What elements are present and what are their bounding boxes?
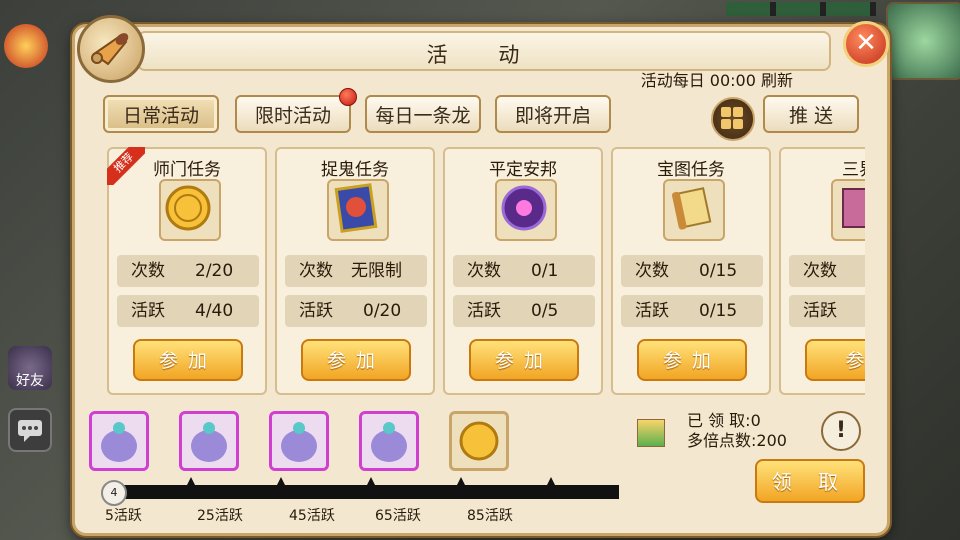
tab-label: 即将开启 [514, 105, 591, 127]
lucky-bag-icon [101, 422, 137, 462]
activity-card: 平定安邦 次数 0/1 活跃 0/5 参加 [443, 147, 603, 395]
activity-card: 宝图任务 次数 0/15 活跃 0/15 参加 [611, 147, 771, 395]
tab-upcoming[interactable]: 即将开启 [495, 95, 611, 133]
book-icon [831, 179, 865, 241]
count-row: 次数 [789, 255, 865, 287]
milestone-label: 25活跃 [197, 508, 243, 524]
close-icon: ✕ [855, 28, 877, 58]
milestone-label: 45活跃 [289, 508, 335, 524]
join-button[interactable]: 参加 [637, 339, 747, 381]
horn-icon [77, 15, 145, 83]
activity-name: 三界 [842, 160, 865, 180]
tab-label: 日常活动 [122, 105, 199, 127]
count-row: 次数 0/15 [621, 255, 763, 287]
tab-limited[interactable]: 限时活动 [235, 88, 357, 133]
info-button[interactable]: ! [821, 411, 861, 451]
activity-name: 宝图任务 [657, 160, 725, 180]
activity-card: 推荐 师门任务 次数 2/20 活跃 4/40 参加 [107, 147, 267, 395]
count-row: 次数 无限制 [285, 255, 427, 287]
reward-chest[interactable] [449, 411, 509, 471]
page-title: 活 动 [426, 43, 542, 67]
claim-info: 已 领 取:0 多倍点数:200 [687, 411, 787, 451]
friends-button[interactable]: 好友 [8, 346, 52, 390]
gold-coin-icon [459, 421, 499, 461]
milestone-marker [187, 477, 195, 485]
reward-chest[interactable] [179, 411, 239, 471]
multiplier-icon [637, 419, 665, 447]
player-avatar[interactable] [886, 2, 960, 80]
tab-daily[interactable]: 日常活动 [103, 95, 219, 133]
milestone-label: 5活跃 [105, 508, 142, 524]
activity-points-row: 活跃 0/20 [285, 295, 427, 327]
join-button[interactable]: 参加 [301, 339, 411, 381]
activity-list[interactable]: 推荐 师门任务 次数 2/20 活跃 4/40 参加 捉鬼任务 次数 无限制 活跃 0/… [101, 147, 865, 397]
reward-chest[interactable] [269, 411, 329, 471]
activity-name: 平定安邦 [489, 160, 557, 180]
activity-panel: 活 动 ✕ 活动每日 00:00 刷新 日常活动 限时活动 每日一条龙 即将开启… [72, 15, 890, 536]
progress-knob: 4 [101, 480, 127, 506]
milestone-marker [457, 477, 465, 485]
activity-points-row: 活跃 [789, 295, 865, 327]
join-button[interactable]: 参加 [133, 339, 243, 381]
activity-card: 捉鬼任务 次数 无限制 活跃 0/20 参加 [275, 147, 435, 395]
purple-orb-icon [495, 179, 557, 241]
push-label: 推 送 [788, 105, 834, 127]
milestone-marker [547, 477, 555, 485]
milestone-marker [367, 477, 375, 485]
friends-label: 好友 [16, 373, 44, 389]
exclamation-icon: ! [835, 418, 847, 443]
reward-chest[interactable] [89, 411, 149, 471]
alert-dot-icon [339, 88, 357, 106]
scroll-map-icon [663, 179, 725, 241]
count-row: 次数 2/20 [117, 255, 259, 287]
chat-bubble-icon [18, 420, 42, 442]
top-bar-deco [726, 2, 876, 16]
title-bar: 活 动 [137, 31, 831, 71]
tab-label: 限时活动 [254, 105, 331, 127]
god-of-wealth-icon[interactable] [4, 24, 48, 68]
activity-points-row: 活跃 0/15 [621, 295, 763, 327]
activity-points-row: 活跃 4/40 [117, 295, 259, 327]
push-button[interactable]: 推 送 [763, 95, 859, 133]
join-button[interactable]: 参 [805, 339, 865, 381]
activity-points-row: 活跃 0/5 [453, 295, 595, 327]
milestone-label: 85活跃 [467, 508, 513, 524]
multiplier-points: 多倍点数:200 [687, 431, 787, 450]
refresh-note: 活动每日 00:00 刷新 [640, 71, 793, 90]
milestone-label: 65活跃 [375, 508, 421, 524]
activity-name: 师门任务 [153, 160, 221, 180]
activity-card: 三界 次数 活跃 参 [779, 147, 865, 395]
milestone-marker [277, 477, 285, 485]
lucky-bag-icon [281, 422, 317, 462]
activity-progress-track [109, 485, 619, 499]
count-row: 次数 0/1 [453, 255, 595, 287]
grid-view-button[interactable] [711, 97, 755, 141]
tab-label: 每日一条龙 [375, 105, 471, 127]
ghost-card-icon [327, 179, 389, 241]
reward-chest[interactable] [359, 411, 419, 471]
activity-name: 捉鬼任务 [321, 160, 389, 180]
claim-button[interactable]: 领 取 [755, 459, 865, 503]
join-button[interactable]: 参加 [469, 339, 579, 381]
lucky-bag-icon [191, 422, 227, 462]
tab-daily-dragon[interactable]: 每日一条龙 [365, 95, 481, 133]
close-button[interactable]: ✕ [843, 21, 889, 67]
grid-icon [721, 107, 731, 117]
chat-button[interactable] [8, 408, 52, 452]
gold-coin-icon [159, 179, 221, 241]
lucky-bag-icon [371, 422, 407, 462]
claimed-count: 已 领 取:0 [687, 411, 761, 430]
